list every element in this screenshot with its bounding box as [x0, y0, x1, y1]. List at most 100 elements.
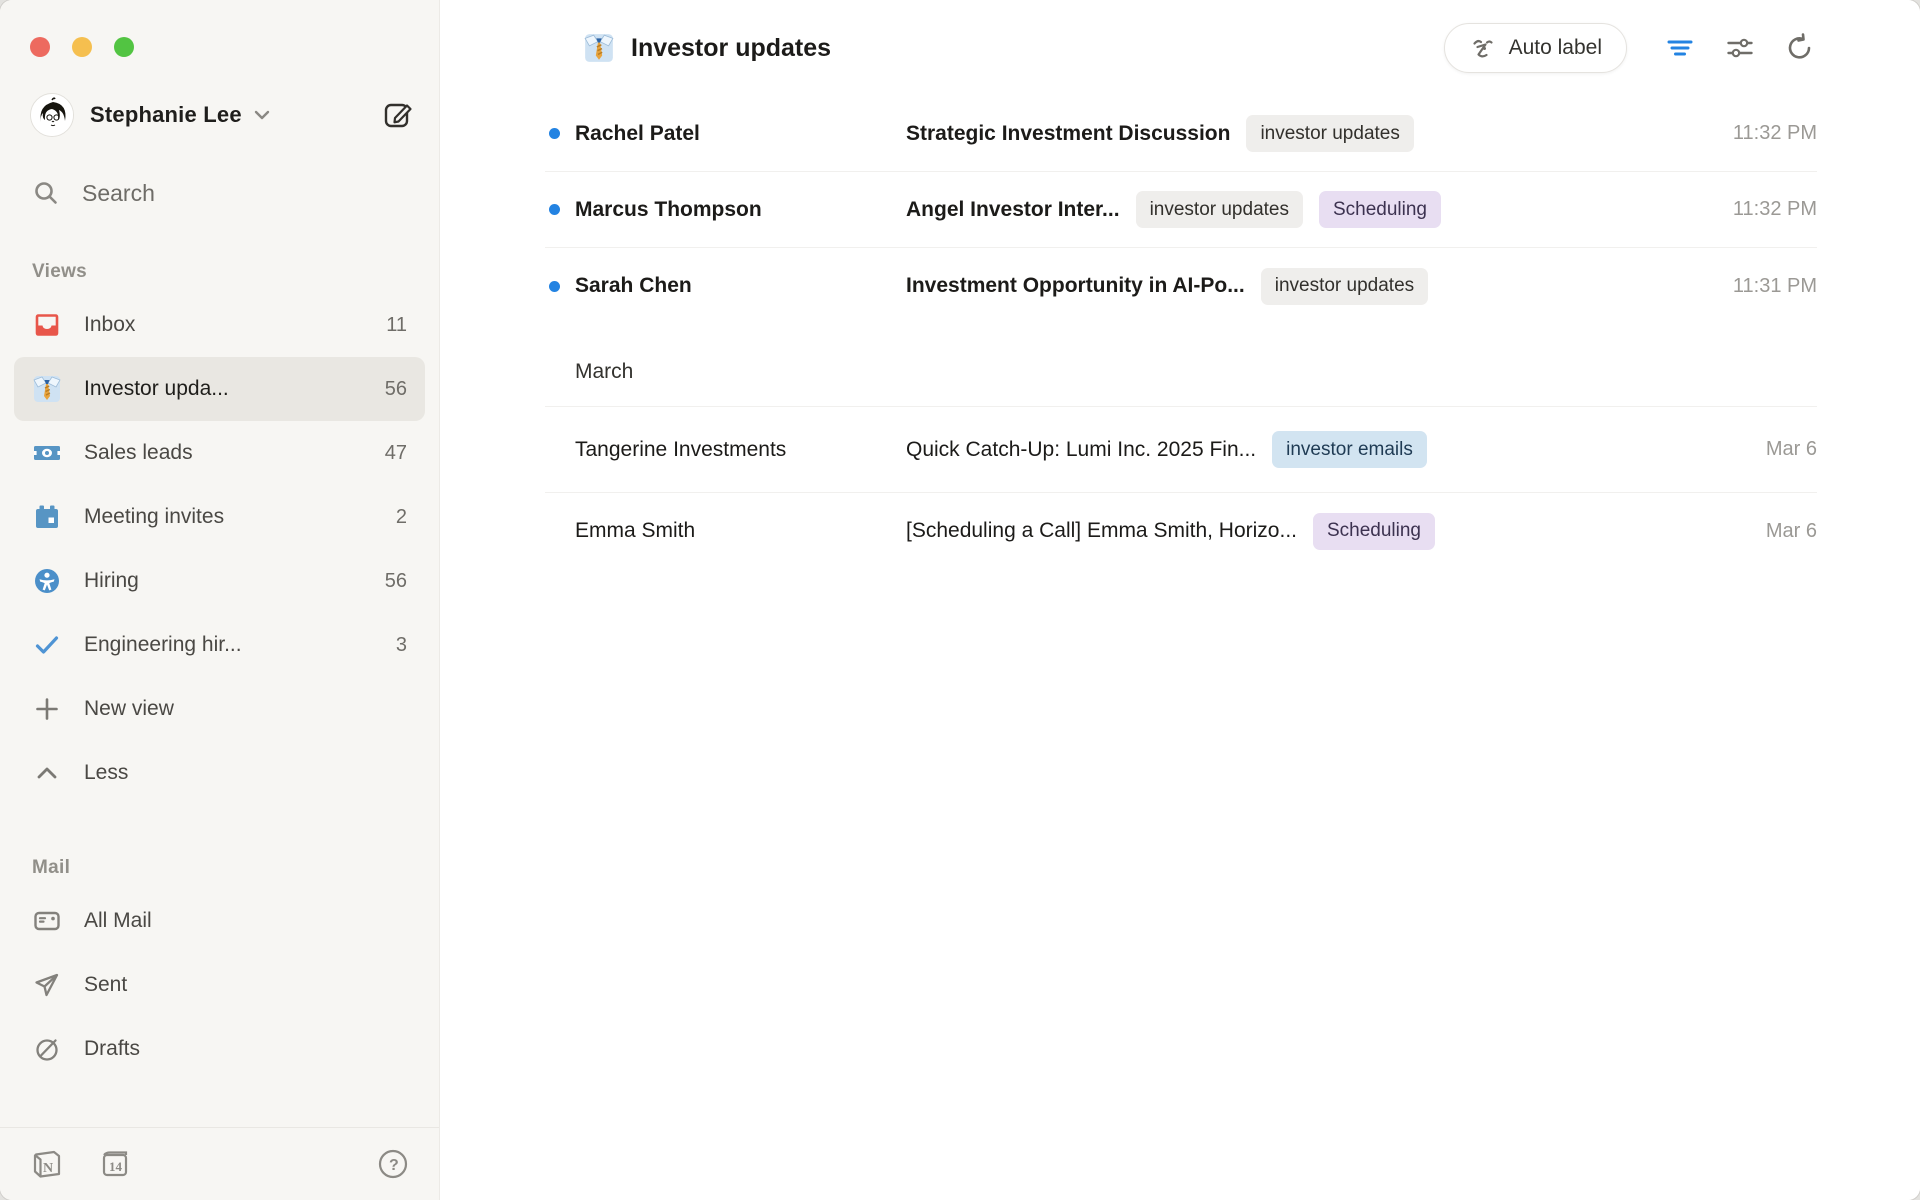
date-group-label: March	[575, 360, 633, 383]
view-header: Investor updates Auto label	[440, 0, 1920, 96]
email-subject: Strategic Investment Discussion	[906, 122, 1230, 146]
email-sender: Marcus Thompson	[575, 198, 906, 222]
sidebar-item-hiring[interactable]: Hiring 56	[14, 549, 425, 613]
window-controls	[0, 0, 439, 57]
send-icon	[32, 970, 62, 1000]
sidebar-item-label: All Mail	[84, 909, 152, 933]
minimize-window-button[interactable]	[72, 37, 92, 57]
svg-text:?: ?	[389, 1157, 399, 1174]
email-time: 11:32 PM	[1733, 198, 1817, 221]
sidebar-item-count: 56	[385, 570, 407, 593]
main-panel: Investor updates Auto label	[440, 0, 1920, 1200]
sidebar-item-drafts[interactable]: Drafts	[14, 1017, 425, 1081]
email-sender: Tangerine Investments	[575, 438, 906, 462]
email-time: 11:31 PM	[1733, 275, 1817, 298]
label-badge[interactable]: investor emails	[1272, 431, 1427, 468]
filter-icon[interactable]	[1663, 31, 1697, 65]
email-sender: Sarah Chen	[575, 274, 906, 298]
sidebar-item-label: Investor upda...	[84, 377, 229, 401]
sidebar-item-inbox[interactable]: Inbox 11	[14, 293, 425, 357]
email-subject: Angel Investor Inter...	[906, 198, 1120, 222]
svg-text:N: N	[43, 1161, 53, 1176]
views-list: Inbox 11 Investor upda... 56	[0, 293, 439, 805]
all-mail-icon	[32, 906, 62, 936]
label-badge[interactable]: Scheduling	[1313, 513, 1435, 550]
mail-section-label: Mail	[32, 857, 439, 879]
page-title: Investor updates	[631, 34, 831, 63]
label-badge[interactable]: investor updates	[1261, 268, 1428, 305]
sliders-icon[interactable]	[1723, 31, 1757, 65]
unread-dot	[549, 128, 560, 139]
sidebar-item-label: Sent	[84, 973, 127, 997]
search-input[interactable]: Search	[32, 179, 409, 207]
email-row[interactable]: Emma Smith [Scheduling a Call] Emma Smit…	[545, 493, 1817, 569]
date-group-heading: March	[545, 360, 1817, 407]
email-list: Rachel Patel Strategic Investment Discus…	[440, 96, 1920, 1200]
email-sender: Emma Smith	[575, 519, 906, 543]
search-icon	[32, 179, 60, 207]
label-badge[interactable]: Scheduling	[1319, 191, 1441, 228]
email-time: Mar 6	[1766, 520, 1817, 543]
sidebar-item-label: Less	[84, 761, 128, 785]
banknote-icon	[32, 438, 62, 468]
compose-icon[interactable]	[383, 100, 413, 130]
draft-icon	[32, 1034, 62, 1064]
sidebar-item-count: 3	[396, 634, 407, 657]
zoom-window-button[interactable]	[114, 37, 134, 57]
email-row[interactable]: Rachel Patel Strategic Investment Discus…	[545, 96, 1817, 172]
march-group: Tangerine Investments Quick Catch-Up: Lu…	[545, 407, 1817, 569]
sidebar-footer: N 14 ?	[0, 1127, 439, 1200]
sidebar-item-new-view[interactable]: New view	[14, 677, 425, 741]
avatar	[30, 93, 74, 137]
inbox-icon	[32, 311, 62, 339]
sidebar-item-count: 11	[386, 314, 407, 337]
sidebar-item-sales-leads[interactable]: Sales leads 47	[14, 421, 425, 485]
close-window-button[interactable]	[30, 37, 50, 57]
email-subject: Quick Catch-Up: Lumi Inc. 2025 Fin...	[906, 438, 1256, 462]
sidebar-item-engineering-hiring[interactable]: Engineering hir... 3	[14, 613, 425, 677]
app-window: Stephanie Lee Search Views	[0, 0, 1920, 1200]
sidebar-item-count: 47	[385, 442, 407, 465]
necktie-icon	[583, 32, 615, 64]
sidebar-item-label: Meeting invites	[84, 505, 224, 529]
account-name[interactable]: Stephanie Lee	[90, 102, 242, 128]
necktie-icon	[32, 374, 62, 404]
email-row[interactable]: Tangerine Investments Quick Catch-Up: Lu…	[545, 407, 1817, 493]
chevron-down-icon[interactable]	[252, 105, 272, 125]
label-badge[interactable]: investor updates	[1136, 191, 1303, 228]
sidebar-item-label: New view	[84, 697, 174, 721]
check-icon	[32, 631, 62, 659]
sidebar-item-less[interactable]: Less	[14, 741, 425, 805]
sidebar-item-label: Sales leads	[84, 441, 193, 465]
chevron-up-icon	[32, 759, 62, 787]
sidebar-item-label: Hiring	[84, 569, 139, 593]
sidebar-item-count: 2	[396, 506, 407, 529]
refresh-icon[interactable]	[1783, 31, 1817, 65]
notion-logo-icon[interactable]: N	[30, 1147, 64, 1181]
auto-label-icon	[1469, 34, 1497, 62]
svg-text:14: 14	[109, 1159, 123, 1174]
email-time: 11:32 PM	[1733, 122, 1817, 145]
email-subject: Investment Opportunity in AI-Po...	[906, 274, 1245, 298]
unread-dot	[549, 204, 560, 215]
label-badge[interactable]: investor updates	[1246, 115, 1413, 152]
search-placeholder: Search	[82, 180, 155, 207]
sidebar-item-meeting-invites[interactable]: Meeting invites 2	[14, 485, 425, 549]
auto-label-button[interactable]: Auto label	[1444, 23, 1627, 73]
email-time: Mar 6	[1766, 438, 1817, 461]
plus-icon	[32, 695, 62, 723]
email-row[interactable]: Marcus Thompson Angel Investor Inter... …	[545, 172, 1817, 248]
sidebar: Stephanie Lee Search Views	[0, 0, 440, 1200]
sidebar-item-label: Engineering hir...	[84, 633, 242, 657]
views-section-label: Views	[32, 261, 439, 283]
calendar-icon	[32, 503, 62, 531]
email-row[interactable]: Sarah Chen Investment Opportunity in AI-…	[545, 248, 1817, 324]
sidebar-item-all-mail[interactable]: All Mail	[14, 889, 425, 953]
sidebar-item-label: Inbox	[84, 313, 135, 337]
mail-list: All Mail Sent Drafts	[0, 889, 439, 1081]
sidebar-item-sent[interactable]: Sent	[14, 953, 425, 1017]
sidebar-item-investor-updates[interactable]: Investor upda... 56	[14, 357, 425, 421]
help-icon[interactable]: ?	[377, 1148, 409, 1180]
notion-calendar-icon[interactable]: 14	[98, 1147, 132, 1181]
person-circle-icon	[32, 567, 62, 595]
